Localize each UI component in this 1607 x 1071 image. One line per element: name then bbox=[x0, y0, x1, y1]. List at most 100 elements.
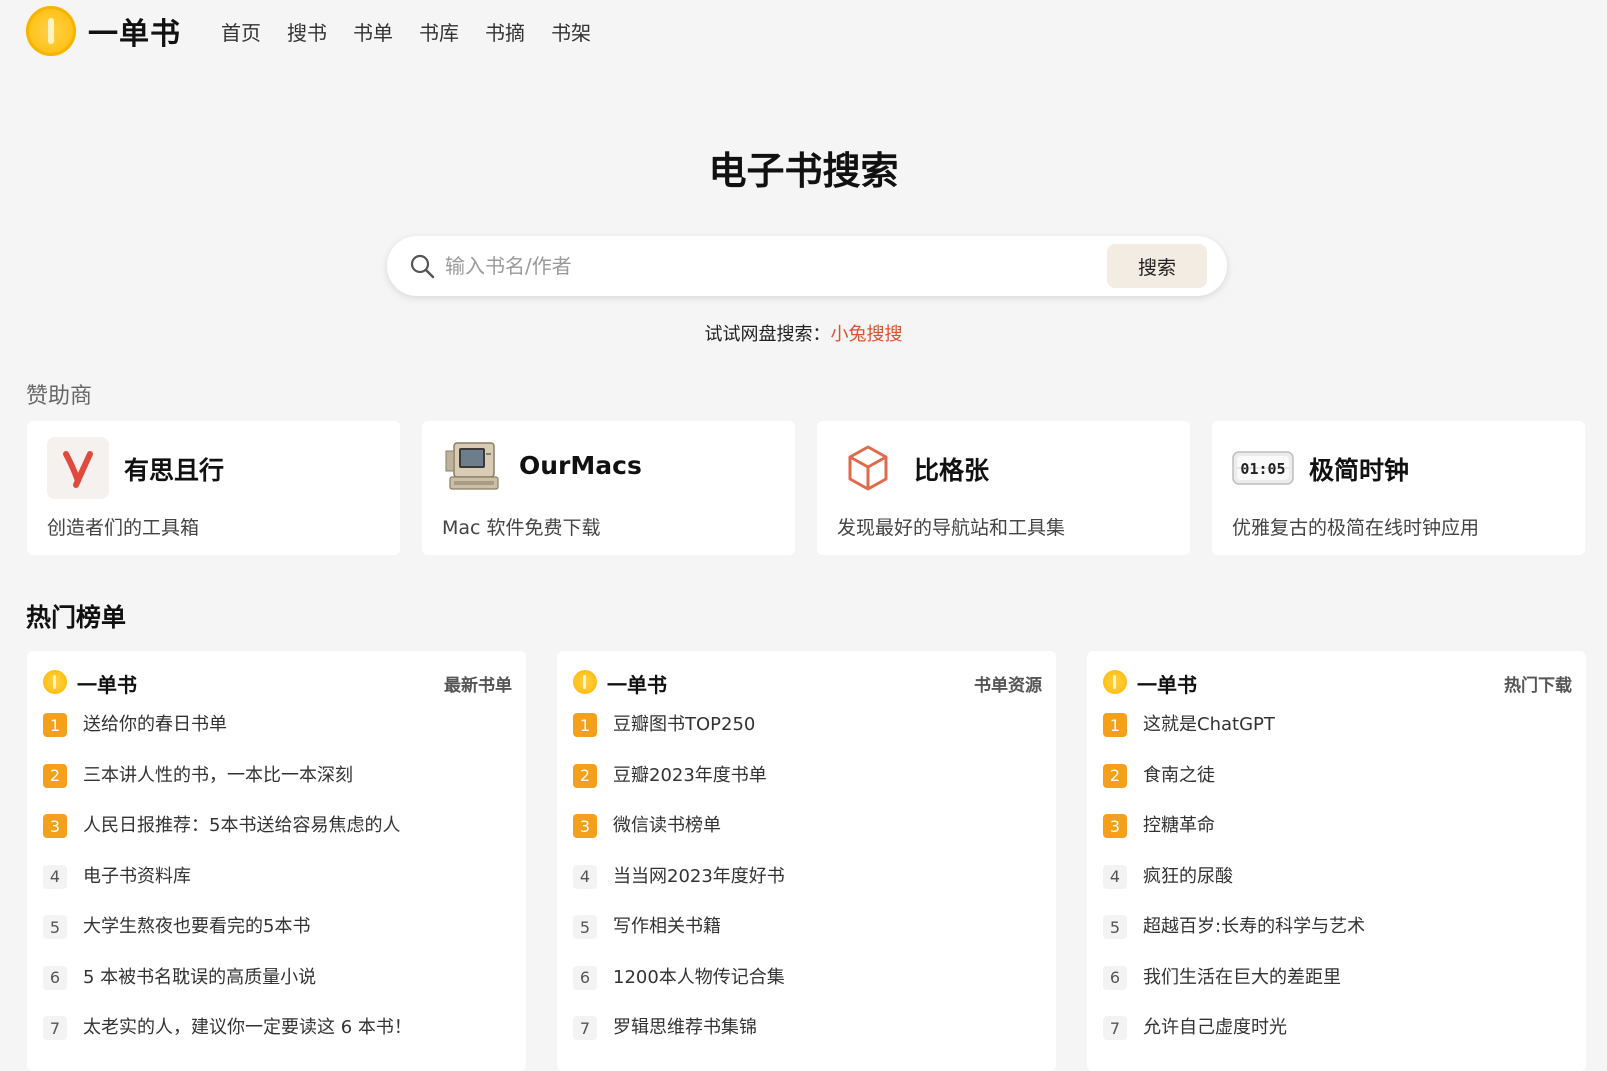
nav-search-books[interactable]: 搜书 bbox=[287, 17, 327, 46]
sponsor-desc: Mac 软件免费下载 bbox=[442, 517, 601, 539]
list-item[interactable]: 3 微信读书榜单 bbox=[573, 814, 1040, 865]
list-item[interactable]: 6 我们生活在巨大的差距里 bbox=[1103, 965, 1570, 1017]
rank-badge: 6 bbox=[573, 965, 597, 990]
list-item[interactable]: 7 太老实的人，建议你一定要读这 6 本书！ bbox=[43, 1016, 510, 1067]
item-title[interactable]: 超越百岁:长寿的科学与艺术 bbox=[1143, 915, 1365, 939]
list-item[interactable]: 2 三本讲人性的书，一本比一本深刻 bbox=[43, 763, 510, 815]
rank-badge: 2 bbox=[573, 763, 597, 788]
item-title[interactable]: 微信读书榜单 bbox=[613, 814, 721, 838]
brand-coin-icon bbox=[1103, 670, 1127, 694]
item-title[interactable]: 1200本人物传记合集 bbox=[613, 966, 785, 990]
item-title[interactable]: 我们生活在巨大的差距里 bbox=[1143, 966, 1341, 990]
rank-badge: 5 bbox=[573, 915, 597, 939]
list-item[interactable]: 5 超越百岁:长寿的科学与艺术 bbox=[1103, 915, 1570, 966]
search-button[interactable]: 搜索 bbox=[1107, 244, 1207, 288]
list-item[interactable]: 1 这就是ChatGPT bbox=[1103, 713, 1570, 764]
retro-mac-logo-icon bbox=[445, 442, 499, 490]
list-item[interactable]: 2 豆瓣2023年度书单 bbox=[573, 763, 1040, 815]
hot-lists-row: 一单书 最新书单 1 送给你的春日书单 2 三本讲人性的书，一本比一本深刻 3 人民日… bbox=[27, 651, 1586, 1071]
item-title[interactable]: 电子书资料库 bbox=[83, 865, 191, 889]
sponsor-name: 有思且行 bbox=[124, 456, 225, 485]
list-item[interactable]: 1 豆瓣图书TOP250 bbox=[573, 713, 1040, 764]
list-tag[interactable]: 最新书单 bbox=[444, 671, 512, 696]
brand-logo-icon[interactable] bbox=[26, 6, 76, 56]
tip-text: 试试网盘搜索： bbox=[704, 324, 831, 345]
ranked-list: 1 这就是ChatGPT 2 食南之徒 3 控糖革命 4 疯狂的尿酸 5 超越百岁:长寿的… bbox=[1103, 713, 1570, 1067]
brand-name[interactable]: 一单书 bbox=[88, 9, 181, 53]
list-item[interactable]: 5 写作相关书籍 bbox=[573, 915, 1040, 966]
item-title[interactable]: 豆瓣2023年度书单 bbox=[613, 764, 767, 788]
top-nav: 一单书 首页 搜书 书单 书库 书摘 书架 bbox=[26, 6, 617, 56]
list-item[interactable]: 3 控糖革命 bbox=[1103, 814, 1570, 865]
list-item[interactable]: 6 5 本被书名耽误的高质量小说 bbox=[43, 965, 510, 1017]
rank-badge: 7 bbox=[43, 1016, 67, 1040]
item-title[interactable]: 这就是ChatGPT bbox=[1143, 713, 1275, 737]
rank-badge: 2 bbox=[1103, 763, 1127, 788]
item-title[interactable]: 疯狂的尿酸 bbox=[1143, 865, 1233, 889]
item-title[interactable]: 写作相关书籍 bbox=[613, 915, 721, 939]
list-item[interactable]: 4 电子书资料库 bbox=[43, 864, 510, 916]
nav-excerpts[interactable]: 书摘 bbox=[485, 17, 525, 46]
rank-badge: 7 bbox=[1103, 1016, 1127, 1040]
nav-booklists[interactable]: 书单 bbox=[353, 17, 393, 46]
item-title[interactable]: 罗辑思维荐书集锦 bbox=[613, 1016, 757, 1040]
search-box: 搜索 bbox=[387, 236, 1227, 296]
nav-library[interactable]: 书库 bbox=[419, 17, 459, 46]
ranked-list: 1 送给你的春日书单 2 三本讲人性的书，一本比一本深刻 3 人民日报推荐：5本书送给… bbox=[43, 713, 510, 1067]
sponsor-card[interactable]: 01:05 极简时钟 优雅复古的极简在线时钟应用 bbox=[1212, 421, 1585, 555]
list-item[interactable]: 7 允许自己虚度时光 bbox=[1103, 1016, 1570, 1067]
item-title[interactable]: 当当网2023年度好书 bbox=[613, 865, 785, 889]
sponsor-card[interactable]: 比格张 发现最好的导航站和工具集 bbox=[817, 421, 1190, 555]
list-card-popular-downloads: 一单书 热门下载 1 这就是ChatGPT 2 食南之徒 3 控糖革命 4 疯狂的尿酸 … bbox=[1087, 651, 1586, 1071]
list-item[interactable]: 1 送给你的春日书单 bbox=[43, 713, 510, 764]
list-tag[interactable]: 书单资源 bbox=[974, 671, 1042, 696]
list-item[interactable]: 5 大学生熬夜也要看完的5本书 bbox=[43, 915, 510, 966]
list-item[interactable]: 2 食南之徒 bbox=[1103, 763, 1570, 815]
rank-badge: 7 bbox=[573, 1016, 597, 1040]
sponsor-card[interactable]: OurMacs Mac 软件免费下载 bbox=[422, 421, 795, 555]
nav-home[interactable]: 首页 bbox=[221, 17, 261, 46]
item-title[interactable]: 太老实的人，建议你一定要读这 6 本书！ bbox=[83, 1016, 412, 1040]
search-input[interactable] bbox=[445, 248, 1065, 284]
item-title[interactable]: 送给你的春日书单 bbox=[83, 713, 227, 737]
cube-logo-icon bbox=[848, 445, 888, 491]
flip-clock-logo-icon: 01:05 bbox=[1232, 451, 1294, 485]
ranked-list: 1 豆瓣图书TOP250 2 豆瓣2023年度书单 3 微信读书榜单 4 当当网2023… bbox=[573, 713, 1040, 1067]
y-letter-logo-icon bbox=[47, 437, 109, 499]
rank-badge: 3 bbox=[43, 814, 67, 838]
tip-link[interactable]: 小兔搜搜 bbox=[831, 324, 903, 345]
sponsors-label: 赞助商 bbox=[26, 384, 93, 409]
brand-coin-icon bbox=[573, 670, 597, 694]
list-card-resources: 一单书 书单资源 1 豆瓣图书TOP250 2 豆瓣2023年度书单 3 微信读书榜单… bbox=[557, 651, 1056, 1071]
list-brand: 一单书 bbox=[607, 673, 667, 697]
rank-badge: 4 bbox=[573, 864, 597, 889]
list-item[interactable]: 4 当当网2023年度好书 bbox=[573, 864, 1040, 916]
sponsor-card[interactable]: 有思且行 创造者们的工具箱 bbox=[27, 421, 400, 555]
nav-bookshelf[interactable]: 书架 bbox=[551, 17, 591, 46]
list-card-latest: 一单书 最新书单 1 送给你的春日书单 2 三本讲人性的书，一本比一本深刻 3 人民日… bbox=[27, 651, 526, 1071]
rank-badge: 6 bbox=[43, 965, 67, 990]
rank-badge: 3 bbox=[1103, 814, 1127, 838]
list-item[interactable]: 3 人民日报推荐：5本书送给容易焦虑的人 bbox=[43, 814, 510, 865]
item-title[interactable]: 食南之徒 bbox=[1143, 764, 1215, 788]
list-item[interactable]: 4 疯狂的尿酸 bbox=[1103, 864, 1570, 916]
brand-coin-icon bbox=[43, 670, 67, 694]
list-brand: 一单书 bbox=[77, 673, 137, 697]
rank-badge: 1 bbox=[1103, 713, 1127, 737]
item-title[interactable]: 允许自己虚度时光 bbox=[1143, 1016, 1287, 1040]
list-brand: 一单书 bbox=[1137, 673, 1197, 697]
list-tag[interactable]: 热门下载 bbox=[1504, 671, 1572, 696]
item-title[interactable]: 豆瓣图书TOP250 bbox=[613, 713, 755, 737]
hot-lists-title: 热门榜单 bbox=[26, 603, 127, 632]
list-item[interactable]: 7 罗辑思维荐书集锦 bbox=[573, 1016, 1040, 1067]
sponsor-name: 比格张 bbox=[914, 456, 990, 485]
item-title[interactable]: 大学生熬夜也要看完的5本书 bbox=[83, 915, 310, 939]
item-title[interactable]: 人民日报推荐：5本书送给容易焦虑的人 bbox=[83, 814, 400, 838]
item-title[interactable]: 控糖革命 bbox=[1143, 814, 1215, 838]
list-item[interactable]: 6 1200本人物传记合集 bbox=[573, 965, 1040, 1017]
item-title[interactable]: 5 本被书名耽误的高质量小说 bbox=[83, 966, 316, 990]
rank-badge: 1 bbox=[43, 713, 67, 737]
main-nav: 首页 搜书 书单 书库 书摘 书架 bbox=[221, 17, 617, 46]
item-title[interactable]: 三本讲人性的书，一本比一本深刻 bbox=[83, 764, 353, 788]
page-title: 电子书搜索 bbox=[708, 149, 899, 193]
